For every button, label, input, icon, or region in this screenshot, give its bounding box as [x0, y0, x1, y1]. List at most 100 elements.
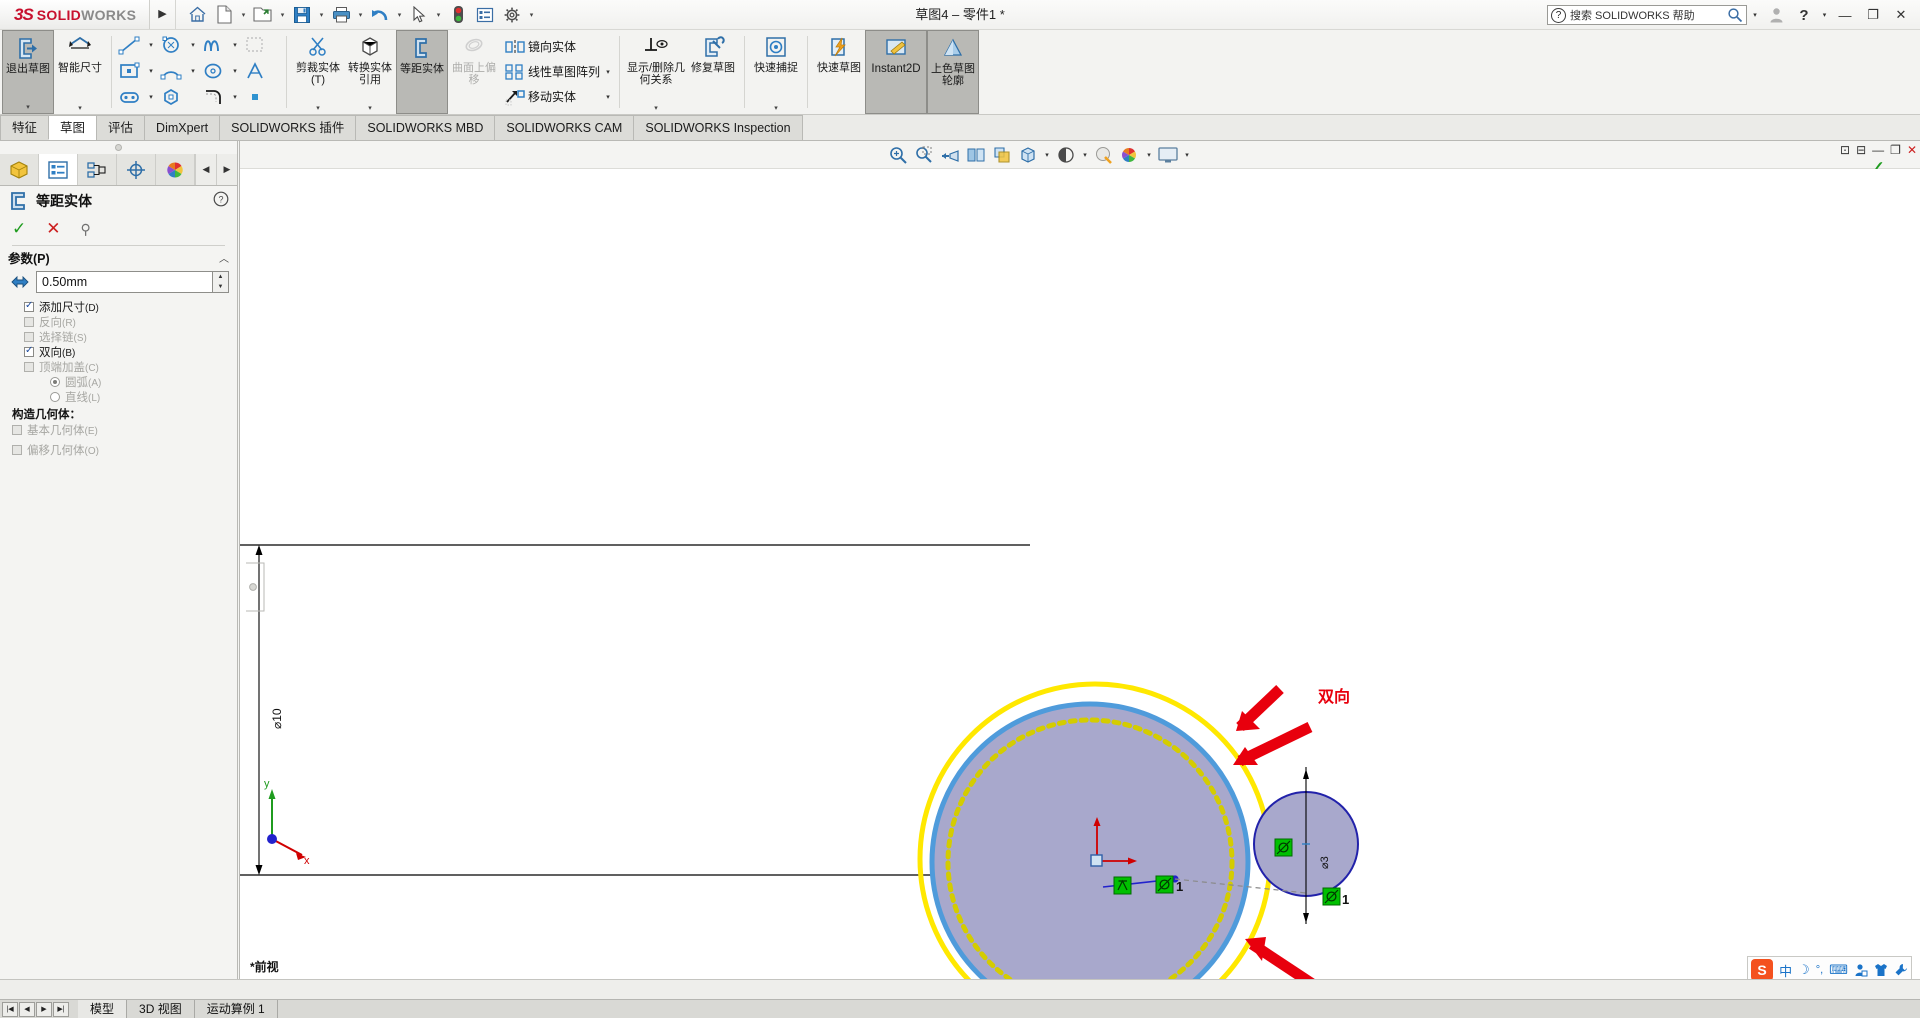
previous-view-icon[interactable] [937, 142, 963, 168]
reverse-checkbox[interactable]: 反向(R) [0, 314, 237, 329]
zoom-to-fit-icon[interactable] [885, 142, 911, 168]
view-orientation-icon[interactable] [989, 142, 1015, 168]
tab-model[interactable]: 模型 [78, 999, 128, 1018]
hide-show-items-icon[interactable] [1053, 142, 1079, 168]
line-tool[interactable]: ▾ [115, 32, 157, 58]
reverse-checkbox-box[interactable] [24, 316, 34, 327]
undo-icon[interactable] [367, 2, 393, 28]
new-document-icon[interactable] [211, 2, 237, 28]
parameters-group-header[interactable]: 参数(P) ︿ [0, 246, 237, 268]
spinner-down-button[interactable]: ▼ [213, 282, 228, 292]
linear-sketch-pattern-item[interactable]: 线性草图阵列 ▾ [502, 59, 616, 84]
settings-caret-icon[interactable]: ▾ [526, 11, 537, 19]
minimize-button[interactable]: — [1832, 2, 1858, 28]
feature-manager-tab[interactable] [0, 154, 39, 185]
rebuild-traffic-light-icon[interactable] [445, 2, 471, 28]
arc-caret-icon[interactable]: ▾ [187, 67, 199, 75]
view-settings-icon[interactable] [1155, 142, 1181, 168]
polygon-tool[interactable]: ▾ [157, 84, 199, 110]
help-caret-icon[interactable]: ▾ [1819, 11, 1830, 19]
open-document-caret-icon[interactable]: ▾ [277, 11, 288, 19]
hide-show-items-caret-icon[interactable]: ▾ [1079, 151, 1091, 159]
select-chain-checkbox-box[interactable] [24, 331, 34, 342]
apply-scene-caret-icon[interactable]: ▾ [1143, 151, 1155, 159]
trim-entities-button[interactable]: 剪裁实体(T) ▾ [292, 30, 344, 114]
dimension-label-diameter-10[interactable]: ⌀10 [270, 708, 284, 729]
manager-tab-prev-button[interactable]: ◀ [195, 154, 216, 185]
sketch-pattern-tool[interactable]: ▾ [241, 32, 283, 58]
exit-sketch-button[interactable]: 退出草图 ▾ [2, 30, 54, 114]
accept-button[interactable]: ✓ [12, 219, 26, 239]
offset-distance-input[interactable] [36, 271, 213, 293]
tab-features[interactable]: 特征 [0, 115, 50, 140]
rectangle-caret-icon[interactable]: ▾ [145, 67, 157, 75]
search-icon[interactable] [1727, 7, 1743, 23]
view-settings-caret-icon[interactable]: ▾ [1181, 151, 1193, 159]
menu-expand-arrow[interactable]: ▶ [150, 0, 176, 29]
circle-caret-icon[interactable]: ▾ [187, 41, 199, 49]
move-entities-item[interactable]: 移动实体 ▾ [502, 84, 616, 109]
window-tile-icon[interactable]: ⊟ [1856, 143, 1866, 157]
display-relations-caret-icon[interactable]: ▾ [654, 104, 658, 114]
select-cursor-caret-icon[interactable]: ▾ [433, 11, 444, 19]
relation-badge-coincident-2[interactable] [1274, 838, 1293, 857]
bi-directional-checkbox[interactable]: 双向(B) [0, 344, 237, 359]
tab-dimxpert[interactable]: DimXpert [144, 115, 221, 140]
smart-dimension-caret-icon[interactable]: ▾ [78, 104, 82, 114]
cap-ends-checkbox-box[interactable] [24, 361, 34, 372]
offset-entities-button[interactable]: 等距实体 [396, 30, 448, 114]
arcs-radio[interactable]: 圆弧(A) [0, 374, 237, 389]
restore-button[interactable]: ❐ [1860, 2, 1886, 28]
spinner-buttons[interactable]: ▲ ▼ [213, 271, 229, 293]
print-caret-icon[interactable]: ▾ [355, 11, 366, 19]
point-tool[interactable]: ▾ [241, 84, 283, 110]
property-manager-tab[interactable] [39, 154, 78, 185]
circle-tool[interactable]: ▾ [157, 32, 199, 58]
sketch-drawing[interactable]: 1 1 y x [228, 169, 1920, 1018]
rapid-sketch-button[interactable]: 快速草图 [813, 30, 865, 114]
spline-caret-icon[interactable]: ▾ [229, 41, 241, 49]
fillet-caret-icon[interactable]: ▾ [229, 93, 241, 101]
bi-directional-checkbox-box[interactable] [24, 345, 34, 357]
skin-icon[interactable] [1874, 963, 1888, 977]
tab-nav-last-button[interactable]: ▶| [53, 1001, 69, 1017]
edit-appearance-icon[interactable] [1091, 142, 1117, 168]
user-account-icon[interactable] [1763, 2, 1789, 28]
options-list-icon[interactable] [472, 2, 498, 28]
tools-icon[interactable] [1894, 963, 1908, 977]
sogou-logo-icon[interactable]: S [1751, 959, 1774, 981]
text-tool[interactable]: ▾ [241, 58, 283, 84]
rectangle-tool[interactable]: ▾ [115, 58, 157, 84]
panel-resize-handle[interactable] [0, 141, 237, 154]
manager-tab-next-button[interactable]: ▶ [216, 154, 237, 185]
apply-scene-icon[interactable] [1117, 142, 1143, 168]
quick-snap-caret-icon[interactable]: ▾ [774, 104, 778, 114]
window-close-icon[interactable]: ✕ [1907, 143, 1917, 157]
instant2d-button[interactable]: Instant2D [865, 30, 928, 114]
help-button[interactable]: ? [1791, 2, 1817, 28]
fillet-tool[interactable]: ▾ [199, 84, 241, 110]
print-icon[interactable] [328, 2, 354, 28]
linear-sketch-pattern-caret-icon[interactable]: ▾ [600, 68, 616, 76]
tab-solidworks-mbd[interactable]: SOLIDWORKS MBD [355, 115, 496, 140]
configuration-manager-tab[interactable] [78, 154, 117, 185]
tab-3d-views[interactable]: 3D 视图 [127, 999, 195, 1018]
section-view-icon[interactable] [963, 142, 989, 168]
add-dimensions-checkbox[interactable]: 添加尺寸(D) [0, 299, 237, 314]
smart-dimension-button[interactable]: 智能尺寸 ▾ [54, 30, 106, 114]
offset-distance-spinner[interactable]: ▲ ▼ [36, 271, 229, 293]
tab-sketch[interactable]: 草图 [48, 115, 98, 140]
slot-caret-icon[interactable]: ▾ [145, 93, 157, 101]
arc-tool[interactable]: ▾ [157, 58, 199, 84]
base-geometry-checkbox[interactable]: 基本几何体(E) [0, 422, 237, 437]
tab-nav-prev-button[interactable]: ◀ [19, 1001, 35, 1017]
display-delete-relations-button[interactable]: 显示/删除几何关系 ▾ [625, 30, 687, 114]
window-maximize-icon[interactable]: ❐ [1890, 143, 1901, 157]
tab-nav-first-button[interactable]: |◀ [2, 1001, 18, 1017]
window-restore-small-icon[interactable]: ⊡ [1840, 143, 1850, 157]
tab-motion-study[interactable]: 运动算例 1 [195, 999, 278, 1018]
dimension-label-diameter-3[interactable]: ⌀3 [1318, 856, 1331, 869]
relation-badge-coincident-1[interactable] [1155, 875, 1174, 894]
select-cursor-icon[interactable] [406, 2, 432, 28]
slot-tool[interactable]: ▾ [115, 84, 157, 110]
